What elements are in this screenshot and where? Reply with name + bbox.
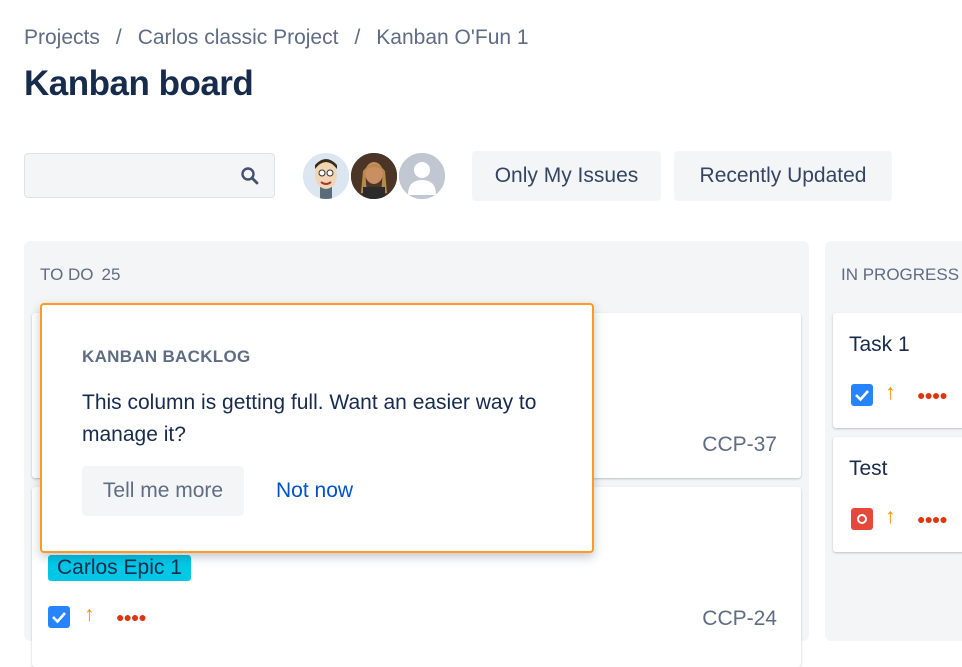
issue-summary: Test (849, 457, 888, 480)
issue-key[interactable]: CCP-24 (702, 607, 777, 631)
recently-updated-button[interactable]: Recently Updated (674, 151, 892, 201)
search-icon[interactable] (240, 166, 260, 186)
breadcrumb-projects[interactable]: Projects (24, 26, 100, 50)
estimate-dots-icon: ●●●● (917, 511, 948, 527)
arrow-up-icon: ↑ (885, 505, 896, 528)
arrow-up-icon: ↑ (885, 381, 896, 404)
avatar-default[interactable] (397, 151, 447, 201)
bug-icon (851, 508, 873, 530)
issue-card[interactable]: Test ↑ ●●●● (833, 437, 962, 552)
issue-count: 25 (101, 265, 121, 284)
issue-key[interactable]: CCP-37 (702, 433, 777, 457)
breadcrumb-separator: / (354, 26, 361, 49)
only-my-issues-button[interactable]: Only My Issues (472, 151, 661, 201)
avatar[interactable] (349, 151, 399, 201)
estimate-dots-icon: ●●●● (116, 609, 147, 625)
issue-card[interactable]: Task 1 ↑ ●●●● (833, 313, 962, 428)
task-checkbox-icon (851, 384, 873, 406)
kanban-backlog-popup: KANBAN BACKLOG This column is getting fu… (40, 303, 594, 553)
column-title: IN PROGRESS (841, 265, 960, 284)
estimate-dots-icon: ●●●● (917, 387, 948, 403)
breadcrumb-separator: / (115, 26, 122, 49)
popup-body: This column is getting full. Want an eas… (82, 391, 537, 446)
column-header: IN PROGRESS (841, 265, 959, 285)
breadcrumb-board[interactable]: Kanban O'Fun 1 (376, 26, 528, 50)
column-title: TO DO (40, 265, 94, 284)
issue-summary: Task 1 (849, 333, 910, 356)
tell-me-more-button[interactable]: Tell me more (82, 466, 244, 516)
arrow-up-icon: ↑ (84, 603, 95, 626)
page-title: Kanban board (24, 64, 254, 103)
avatar[interactable] (301, 151, 351, 201)
breadcrumb: Projects / Carlos classic Project / Kanb… (24, 26, 529, 50)
column-header: TO DO 25 (40, 265, 120, 285)
task-checkbox-icon (48, 606, 70, 628)
popup-title: KANBAN BACKLOG (82, 347, 251, 366)
breadcrumb-project[interactable]: Carlos classic Project (138, 26, 339, 50)
column-in-progress: IN PROGRESS Task 1 ↑ ●●●● Test ↑ ●●●● (825, 241, 962, 641)
search-box[interactable] (24, 153, 275, 198)
not-now-link[interactable]: Not now (276, 479, 353, 503)
epic-label[interactable]: Carlos Epic 1 (48, 555, 191, 581)
search-input[interactable] (25, 154, 245, 197)
